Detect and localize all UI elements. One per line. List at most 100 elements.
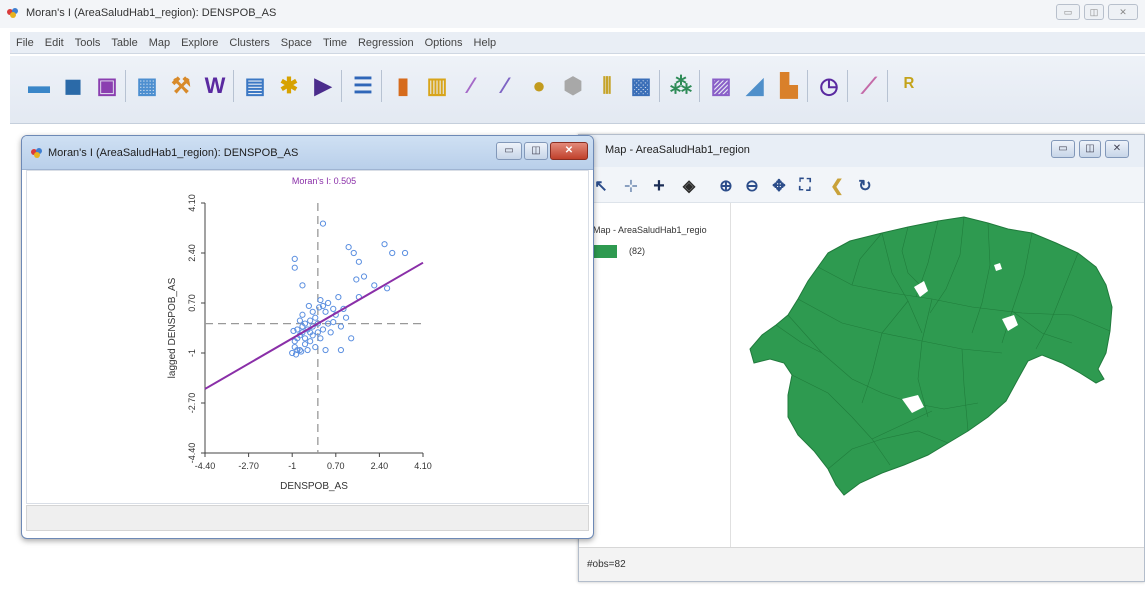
moran-status-bar xyxy=(26,505,589,531)
open-project-icon[interactable]: ▬ xyxy=(26,73,52,99)
connectivity-icon[interactable]: ✱ xyxy=(276,73,302,99)
3d-plot-icon[interactable]: ⬢ xyxy=(560,73,586,99)
moran-minimize-button[interactable]: ▭ xyxy=(496,142,522,160)
add-layer-icon[interactable]: + xyxy=(649,175,669,197)
menu-time[interactable]: Time xyxy=(323,37,347,49)
region-map[interactable] xyxy=(732,203,1144,548)
menu-tools[interactable]: Tools xyxy=(75,37,101,49)
data-point xyxy=(312,344,319,351)
lisa-icon[interactable]: ◢ xyxy=(742,73,768,99)
averages-chart-icon[interactable]: ⟋ xyxy=(856,73,882,99)
layers-icon[interactable]: ◈ xyxy=(679,176,699,196)
play-icon[interactable]: ▶ xyxy=(310,73,336,99)
save-project-icon[interactable]: ▣ xyxy=(94,73,120,99)
scatter-matrix-icon[interactable]: ⁄ xyxy=(492,73,518,99)
menu-map[interactable]: Map xyxy=(149,37,170,49)
data-point xyxy=(305,302,312,310)
previous-extent-icon[interactable]: ❮ xyxy=(827,176,847,196)
moran-plot-area[interactable]: -4.40 -4.40 -2.70 -2.70 -1 -1 0.70 0.70 2.40 2.40… xyxy=(26,170,589,504)
data-point xyxy=(304,346,311,354)
y-tick-label: -4.40 xyxy=(187,443,197,464)
legend-count: (82) xyxy=(629,246,646,256)
data-point xyxy=(401,249,409,257)
data-point xyxy=(389,249,396,257)
select-tool-icon[interactable]: ⊹ xyxy=(621,176,641,196)
main-toolbar: ▬ ◼ ▣ ▦ ⚒ W ▤ ✱ ▶ ☰ ▮ ▥ ⁄ ⁄ ● ⬢ ⫴ ▩ ⁂ ▨ ◢ ▙ ◷ ⟋ ᴿ xyxy=(10,56,1145,124)
data-point xyxy=(322,308,329,315)
regression-icon[interactable]: ᴿ xyxy=(896,73,922,99)
cartogram-icon[interactable]: ▙ xyxy=(776,73,802,99)
menu-explore[interactable]: Explore xyxy=(181,37,218,49)
weights-icon[interactable]: W xyxy=(202,73,228,99)
toolbar-separator xyxy=(699,70,700,102)
data-point xyxy=(355,258,362,265)
map-minimize-button[interactable]: ▭ xyxy=(1051,140,1075,158)
shape-icon[interactable]: ▤ xyxy=(242,73,268,99)
menu-edit[interactable]: Edit xyxy=(45,37,64,49)
moran-maximize-button[interactable]: ◫ xyxy=(524,142,548,160)
y-tick-label: 0.70 xyxy=(187,294,197,312)
moran-close-button[interactable]: ✕ xyxy=(550,142,588,160)
map-window-titlebar[interactable]: Map - AreaSaludHab1_region ▭ ◫ ✕ xyxy=(579,135,1144,167)
moran-scatter-plot[interactable]: -4.40-4.40 -2.70 -2.70 -1 -1 0.70 0.70 2.40 2.40… xyxy=(27,171,590,505)
menu-table[interactable]: Table xyxy=(111,37,137,49)
data-point xyxy=(317,296,324,304)
scatter-plot-icon[interactable]: ⁄ xyxy=(458,73,484,99)
y-axis-label: lagged DENSPOB_AS xyxy=(167,277,178,378)
geoda-logo-icon xyxy=(31,148,42,158)
moran-scatter-icon[interactable]: ▨ xyxy=(708,73,734,99)
close-project-icon[interactable]: ◼ xyxy=(60,73,86,99)
histogram-icon[interactable]: ▮ xyxy=(390,73,416,99)
data-point xyxy=(335,294,342,301)
refresh-icon[interactable]: ↻ xyxy=(855,176,875,196)
map-maximize-button[interactable]: ◫ xyxy=(1079,140,1101,158)
box-plot-icon[interactable]: ▥ xyxy=(424,73,450,99)
zoom-out-icon[interactable]: ⊖ xyxy=(742,176,762,196)
x-tick-label: -2.70 xyxy=(238,461,259,471)
minimize-button[interactable]: ▭ xyxy=(1056,4,1080,20)
legend-title: Map - AreaSaludHab1_regio xyxy=(593,225,707,235)
data-point xyxy=(345,244,352,251)
x-tick-label: -4.40 xyxy=(195,461,216,471)
conditional-plot-icon[interactable]: ▩ xyxy=(628,73,654,99)
menu-clusters[interactable]: Clusters xyxy=(229,37,269,49)
moran-window-titlebar[interactable]: Moran's I (AreaSaludHab1_region): DENSPO… xyxy=(22,136,593,170)
legend-swatch[interactable] xyxy=(593,245,617,258)
menu-regression[interactable]: Regression xyxy=(358,37,414,49)
y-tick-label: 2.40 xyxy=(187,244,197,262)
toolbar-separator xyxy=(233,70,234,102)
map-status-bar: #obs=82 xyxy=(579,547,1144,581)
map-canvas[interactable] xyxy=(732,203,1144,548)
close-button[interactable]: ✕ xyxy=(1108,4,1138,20)
time-icon[interactable]: ◷ xyxy=(816,73,842,99)
pan-icon[interactable]: ✥ xyxy=(769,176,789,196)
cluster-icon[interactable]: ⁂ xyxy=(668,73,694,99)
data-point xyxy=(383,285,391,292)
select-arrow-icon[interactable]: ↖ xyxy=(591,176,611,196)
menu-help[interactable]: Help xyxy=(474,37,497,49)
maximize-button[interactable]: ◫ xyxy=(1084,4,1104,20)
data-point xyxy=(309,308,316,315)
menu-options[interactable]: Options xyxy=(425,37,463,49)
tools-icon[interactable]: ⚒ xyxy=(168,73,194,99)
menu-file[interactable]: File xyxy=(16,37,34,49)
data-point xyxy=(322,346,329,354)
regression-line xyxy=(204,261,424,390)
data-point xyxy=(381,241,388,248)
map-close-button[interactable]: ✕ xyxy=(1105,140,1129,158)
fit-extent-icon[interactable]: ⛶ xyxy=(795,176,815,196)
category-editor-icon[interactable]: ☰ xyxy=(350,73,376,99)
parallel-coords-icon[interactable]: ⫴ xyxy=(594,73,620,99)
data-point xyxy=(330,305,337,312)
zoom-in-icon[interactable]: ⊕ xyxy=(716,176,736,196)
app-title: Moran's I (AreaSaludHab1_region): DENSPO… xyxy=(26,7,277,19)
data-point xyxy=(291,264,298,271)
chart-title: Moran's I: 0.505 xyxy=(292,176,356,186)
bubble-chart-icon[interactable]: ● xyxy=(526,73,552,99)
moran-window[interactable]: Moran's I (AreaSaludHab1_region): DENSPO… xyxy=(21,135,594,539)
data-point xyxy=(301,335,309,342)
menu-space[interactable]: Space xyxy=(281,37,312,49)
table-icon[interactable]: ▦ xyxy=(134,73,160,99)
toolbar-separator xyxy=(659,70,660,102)
map-window[interactable]: Map - AreaSaludHab1_region ▭ ◫ ✕ ↖ ⊹ + ◈… xyxy=(578,134,1145,582)
